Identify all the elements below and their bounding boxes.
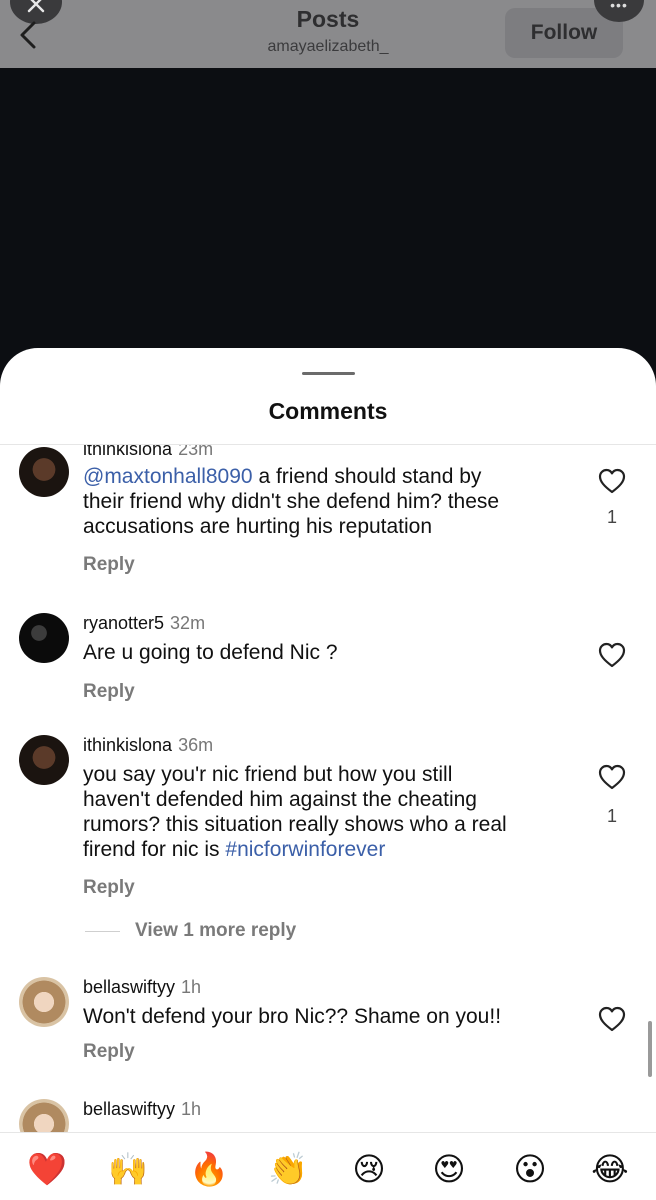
like-count: 1 <box>606 507 617 527</box>
username-text[interactable]: ithinkislona <box>83 445 172 459</box>
comments-sheet: Comments ithinkislona 23m @maxtonhall8090… <box>0 348 656 1200</box>
avatar[interactable] <box>19 977 69 1027</box>
divider <box>85 931 120 932</box>
drag-handle[interactable] <box>302 372 355 375</box>
comment-time: 32m <box>170 613 206 633</box>
username-text[interactable]: bellaswiftyy <box>83 1099 175 1119</box>
reply-button[interactable]: Reply <box>83 554 135 576</box>
heart-outline-icon[interactable] <box>598 764 626 790</box>
avatar[interactable] <box>19 447 69 497</box>
heart-outline-icon[interactable] <box>598 642 626 668</box>
crying-emoji-icon[interactable]: 😢 <box>349 1149 389 1189</box>
heart-outline-icon[interactable] <box>598 468 626 494</box>
emoji-quick-bar: ❤️ 🙌 🔥 👏 😢 😍 😮 😂 <box>0 1132 656 1200</box>
post-media <box>0 68 656 358</box>
clapping-emoji-icon[interactable]: 👏 <box>268 1149 308 1189</box>
hashtag-link[interactable]: #nicforwinforever <box>225 838 385 861</box>
raised-hands-emoji-icon[interactable]: 🙌 <box>108 1149 148 1189</box>
avatar[interactable] <box>19 1099 69 1132</box>
username-text[interactable]: bellaswiftyy <box>83 977 175 997</box>
comment-text-line: you say you'r nic friend but how you sti… <box>83 763 453 786</box>
comment-list[interactable]: ithinkislona 23m @maxtonhall8090 a friend… <box>0 445 656 1132</box>
laughing-emoji-icon[interactable]: 😂 <box>590 1149 630 1189</box>
mention-link[interactable]: @maxtonhall8090 <box>83 465 253 488</box>
comment-time: 1h <box>181 977 202 997</box>
surprised-emoji-icon[interactable]: 😮 <box>510 1149 550 1189</box>
comment-username[interactable]: bellaswiftyy 1h <box>83 977 201 998</box>
top-bar: Posts amayaelizabeth_ Follow ••• <box>0 0 656 68</box>
comment-text-line: accusations are hurting his reputation <box>83 515 433 538</box>
more-icon: ••• <box>610 0 628 13</box>
heart-outline-icon[interactable] <box>598 1006 626 1032</box>
comment-username[interactable]: ithinkislona 36m <box>83 735 213 756</box>
comment-text: Are u going to defend Nic ? <box>83 641 338 664</box>
comment-text-line: a friend should stand by <box>258 465 482 488</box>
username-text[interactable]: ryanotter5 <box>83 613 164 633</box>
view-more-replies-label[interactable]: View 1 more reply <box>135 920 296 942</box>
heart-emoji-icon[interactable]: ❤️ <box>27 1149 67 1189</box>
comment-text-line: haven't defended him against the cheatin… <box>83 788 477 811</box>
comment-username[interactable]: bellaswiftyy 1h <box>83 1099 201 1120</box>
like-count: 1 <box>606 806 617 826</box>
comment-time: 36m <box>178 735 214 755</box>
avatar[interactable] <box>19 735 69 785</box>
comment-text-line: rumors? this situation really shows who … <box>83 813 507 836</box>
comment-text: Won't defend your bro Nic?? Shame on you… <box>83 1005 502 1028</box>
comment-text-line: firend for nic is <box>83 838 220 861</box>
scrollbar[interactable] <box>648 1021 652 1077</box>
sheet-title: Comments <box>268 398 388 424</box>
username-text[interactable]: ithinkislona <box>83 735 172 755</box>
fire-emoji-icon[interactable]: 🔥 <box>189 1149 229 1189</box>
comment-username[interactable]: ithinkislona 23m <box>83 445 213 460</box>
reply-button[interactable]: Reply <box>83 877 135 899</box>
heart-eyes-emoji-icon[interactable]: 😍 <box>429 1149 469 1189</box>
comment-text-line: their friend why didn't she defend him? … <box>83 490 500 513</box>
reply-button[interactable]: Reply <box>83 681 135 703</box>
comment-username[interactable]: ryanotter5 32m <box>83 613 205 634</box>
reply-button[interactable]: Reply <box>83 1041 135 1063</box>
comment-time: 1h <box>181 1099 202 1119</box>
comment-text: @maxtonhall8090 a friend should stand by… <box>83 464 563 539</box>
comment-text: you say you'r nic friend but how you sti… <box>83 762 563 862</box>
avatar[interactable] <box>19 613 69 663</box>
comment-time: 23m <box>178 445 214 459</box>
